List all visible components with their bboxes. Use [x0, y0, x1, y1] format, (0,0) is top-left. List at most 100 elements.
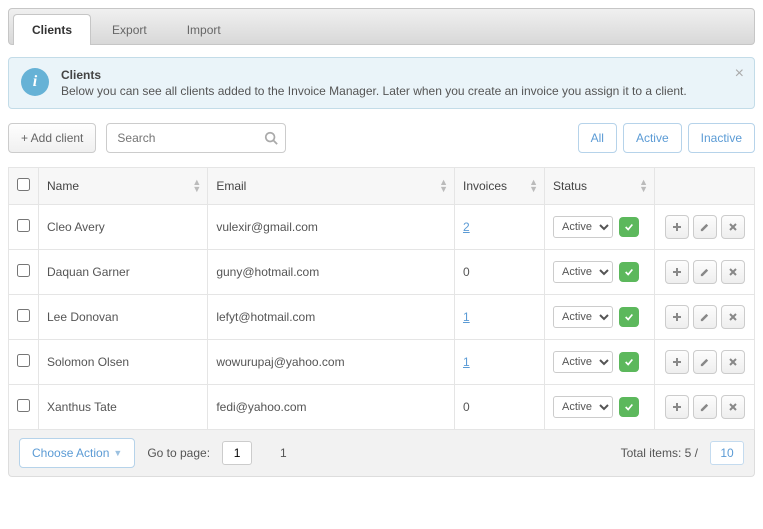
add-icon[interactable]: [665, 215, 689, 239]
row-invoices: 2: [455, 205, 545, 250]
info-description: Below you can see all clients added to t…: [61, 84, 687, 98]
filter-all-button[interactable]: All: [578, 123, 617, 153]
row-status-cell: ActiveInactive: [545, 340, 655, 385]
row-name: Lee Donovan: [39, 295, 208, 340]
search-wrap: [106, 123, 286, 153]
edit-icon[interactable]: [693, 305, 717, 329]
sort-icon: ▲▼: [439, 179, 448, 193]
table-row: Daquan Garnerguny@hotmail.com 0 ActiveInac…: [9, 250, 755, 295]
row-checkbox-cell: [9, 250, 39, 295]
edit-icon[interactable]: [693, 215, 717, 239]
select-all-checkbox[interactable]: [17, 178, 30, 191]
add-icon[interactable]: [665, 305, 689, 329]
bulk-action-dropdown[interactable]: Choose Action ▼: [19, 438, 135, 468]
row-invoices: 0: [455, 250, 545, 295]
filter-inactive-button[interactable]: Inactive: [688, 123, 755, 153]
table-row: Cleo Averyvulexir@gmail.com2ActiveInacti…: [9, 205, 755, 250]
status-select[interactable]: ActiveInactive: [553, 396, 613, 418]
status-select[interactable]: ActiveInactive: [553, 351, 613, 373]
row-checkbox-cell: [9, 295, 39, 340]
header-status[interactable]: Status ▲▼: [545, 168, 655, 205]
status-select[interactable]: ActiveInactive: [553, 306, 613, 328]
row-email: wowurupaj@yahoo.com: [208, 340, 455, 385]
status-select[interactable]: ActiveInactive: [553, 261, 613, 283]
table-row: Lee Donovanlefyt@hotmail.com 1 ActiveInact…: [9, 295, 755, 340]
add-client-button[interactable]: + Add client: [8, 123, 96, 153]
table-row: Solomon Olsenwowurupaj@yahoo.com1ActiveI…: [9, 340, 755, 385]
page-input[interactable]: [222, 441, 252, 465]
edit-icon[interactable]: [693, 350, 717, 374]
info-icon: i: [21, 68, 49, 96]
row-name: Daquan Garner: [39, 250, 208, 295]
invoice-count: 0: [463, 400, 470, 414]
row-checkbox[interactable]: [17, 219, 30, 232]
row-checkbox[interactable]: [17, 309, 30, 322]
add-icon[interactable]: [665, 395, 689, 419]
confirm-status-button[interactable]: [619, 262, 639, 282]
row-checkbox[interactable]: [17, 399, 30, 412]
row-name: Xanthus Tate: [39, 385, 208, 430]
row-status-cell: ActiveInactive: [545, 205, 655, 250]
sort-icon: ▲▼: [192, 179, 201, 193]
confirm-status-button[interactable]: [619, 307, 639, 327]
edit-icon[interactable]: [693, 260, 717, 284]
clients-table: Name ▲▼ Email ▲▼ Invoices ▲▼ Status ▲▼ C…: [8, 167, 755, 430]
delete-icon[interactable]: [721, 395, 745, 419]
chevron-down-icon: ▼: [113, 448, 122, 458]
sort-icon: ▲▼: [529, 179, 538, 193]
status-select[interactable]: ActiveInactive: [553, 216, 613, 238]
header-name-label: Name: [47, 179, 79, 193]
header-checkbox-cell: [9, 168, 39, 205]
toolbar: + Add client All Active Inactive: [8, 123, 755, 153]
total-items-label: Total items: 5 /: [621, 446, 698, 460]
invoice-count: 0: [463, 265, 470, 279]
bulk-action-label: Choose Action: [32, 446, 109, 460]
row-actions-cell: [655, 340, 755, 385]
header-name[interactable]: Name ▲▼: [39, 168, 208, 205]
search-input[interactable]: [106, 123, 286, 153]
row-checkbox-cell: [9, 340, 39, 385]
row-checkbox-cell: [9, 205, 39, 250]
invoice-count-link[interactable]: 1: [463, 355, 470, 369]
edit-icon[interactable]: [693, 395, 717, 419]
invoice-count-link[interactable]: 2: [463, 220, 470, 234]
status-filter-group: All Active Inactive: [578, 123, 755, 153]
row-checkbox[interactable]: [17, 264, 30, 277]
row-email: guny@hotmail.com: [208, 250, 455, 295]
row-status-cell: ActiveInactive: [545, 250, 655, 295]
filter-active-button[interactable]: Active: [623, 123, 682, 153]
tab-clients[interactable]: Clients: [13, 14, 91, 45]
header-status-label: Status: [553, 179, 587, 193]
header-actions: [655, 168, 755, 205]
delete-icon[interactable]: [721, 350, 745, 374]
tab-import[interactable]: Import: [168, 14, 240, 45]
confirm-status-button[interactable]: [619, 397, 639, 417]
header-email[interactable]: Email ▲▼: [208, 168, 455, 205]
row-name: Cleo Avery: [39, 205, 208, 250]
row-checkbox[interactable]: [17, 354, 30, 367]
header-invoices-label: Invoices: [463, 179, 507, 193]
confirm-status-button[interactable]: [619, 217, 639, 237]
add-icon[interactable]: [665, 260, 689, 284]
delete-icon[interactable]: [721, 305, 745, 329]
row-email: lefyt@hotmail.com: [208, 295, 455, 340]
header-invoices[interactable]: Invoices ▲▼: [455, 168, 545, 205]
delete-icon[interactable]: [721, 260, 745, 284]
close-icon[interactable]: ×: [735, 66, 744, 82]
row-invoices: 1: [455, 340, 545, 385]
row-actions-cell: [655, 385, 755, 430]
per-page-input[interactable]: [710, 441, 744, 465]
add-icon[interactable]: [665, 350, 689, 374]
row-actions-cell: [655, 295, 755, 340]
current-page-indicator: 1: [280, 446, 287, 460]
info-panel: i Clients Below you can see all clients …: [8, 57, 755, 109]
table-row: Xanthus Tatefedi@yahoo.com0ActiveInactiv…: [9, 385, 755, 430]
invoice-count-link[interactable]: 1: [463, 310, 470, 324]
confirm-status-button[interactable]: [619, 352, 639, 372]
delete-icon[interactable]: [721, 215, 745, 239]
header-email-label: Email: [216, 179, 246, 193]
footer-bar: Choose Action ▼ Go to page: 1 Total item…: [8, 430, 755, 477]
tab-export[interactable]: Export: [93, 14, 166, 45]
info-title: Clients: [61, 68, 687, 82]
row-checkbox-cell: [9, 385, 39, 430]
